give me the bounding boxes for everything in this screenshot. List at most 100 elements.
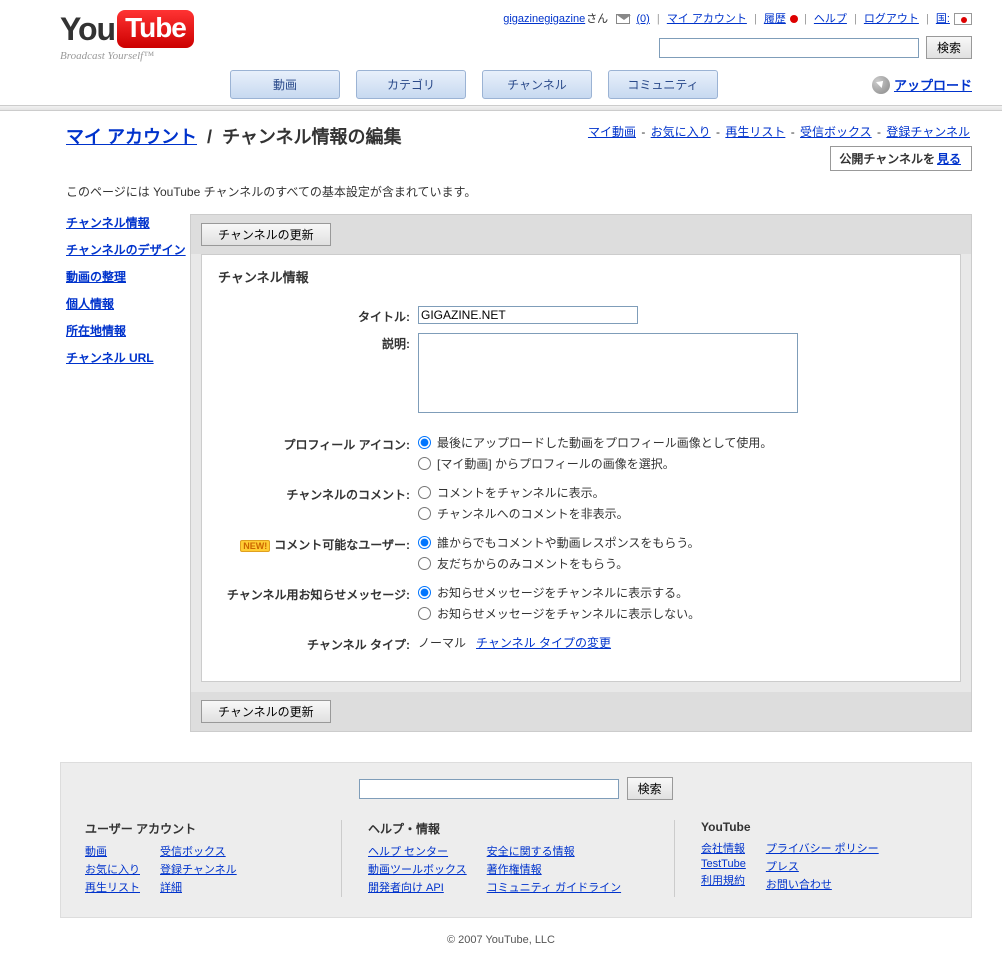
sidebar: チャンネル情報 チャンネルのデザイン 動画の整理 個人情報 所在地情報 チャンネ… [66,214,190,376]
comment-opt2: チャンネルへのコメントを非表示。 [437,505,629,522]
sidebar-organize-videos[interactable]: 動画の整理 [66,268,190,285]
footer-help-heading: ヘルプ・情報 [368,820,648,837]
description-textarea[interactable] [418,333,798,413]
tagline: Broadcast Yourself™ [60,50,194,62]
my-account-link[interactable]: マイ アカウント [667,13,747,25]
page-description: このページには YouTube チャンネルのすべての基本設定が含まれています。 [66,183,972,200]
nav-community[interactable]: コミュニティ [608,70,718,99]
profile-icon-radio-1[interactable] [418,436,431,449]
view-channel-link[interactable]: 見る [937,152,961,166]
logo-you: You [60,11,115,48]
title-input[interactable] [418,306,638,324]
country-link[interactable]: 国: [936,13,950,25]
logo-tube: Tube [117,10,194,48]
who-opt2: 友だちからのみコメントをもらう。 [437,555,628,572]
panel-title: チャンネル情報 [218,267,944,286]
upload-icon [872,76,890,94]
profile-icon-label: プロフィール アイコン: [218,434,418,453]
history-link[interactable]: 履歴 [764,13,786,25]
nav-channels[interactable]: チャンネル [482,70,592,99]
envelope-icon[interactable] [616,14,630,24]
bulletin-opt2: お知らせメッセージをチャンネルに表示しない。 [437,605,700,622]
update-channel-button-top[interactable]: チャンネルの更新 [201,223,331,246]
bulletin-radio-2[interactable] [418,607,431,620]
san-text: さん [586,13,608,25]
bulletin-radio-1[interactable] [418,586,431,599]
new-badge: NEW! [240,540,270,552]
footer-ua-inbox[interactable]: 受信ボックス [160,843,237,859]
logout-link[interactable]: ログアウト [864,13,919,25]
footer-safety[interactable]: 安全に関する情報 [487,843,621,859]
link-inbox[interactable]: 受信ボックス [800,125,872,139]
breadcrumb-my-account[interactable]: マイ アカウント [66,127,197,147]
footer-copyright[interactable]: 著作権情報 [487,861,621,877]
who-label: NEW!コメント可能なユーザー: [218,534,418,553]
comment-radio-1[interactable] [418,486,431,499]
upload-text[interactable]: アップロード [894,75,972,94]
footer-ua-videos[interactable]: 動画 [85,843,140,859]
search-input[interactable] [659,38,919,58]
sidebar-personal-info[interactable]: 個人情報 [66,295,190,312]
main-nav: 動画 カテゴリ チャンネル コミュニティ アップロード [60,70,972,99]
who-radio-2[interactable] [418,557,431,570]
sidebar-channel-design[interactable]: チャンネルのデザイン [66,241,190,258]
breadcrumb-current: チャンネル情報の編集 [222,127,401,147]
profile-icon-radio-2[interactable] [418,457,431,470]
footer-help-center[interactable]: ヘルプ センター [368,843,467,859]
main-panel: チャンネルの更新 チャンネル情報 タイトル: 説明: [190,214,972,732]
footer-yt-company[interactable]: 会社情報 [701,840,746,856]
channel-type-label: チャンネル タイプ: [218,634,418,653]
logo[interactable]: You Tube Broadcast Yourself™ [60,10,194,62]
profile-icon-opt2: [マイ動画] からプロフィールの画像を選択。 [437,455,675,472]
link-favorites[interactable]: お気に入り [651,125,711,139]
footer-ua-subscriptions[interactable]: 登録チャンネル [160,861,237,877]
sidebar-channel-info[interactable]: チャンネル情報 [66,214,190,231]
update-channel-button-bottom[interactable]: チャンネルの更新 [201,700,331,723]
footer: 検索 ユーザー アカウント 動画 お気に入り 再生リスト 受信ボックス 登録チャ… [60,762,972,918]
view-channel-box: 公開チャンネルを見る [830,146,972,171]
link-subscriptions[interactable]: 登録チャンネル [886,125,970,139]
footer-ua-playlists[interactable]: 再生リスト [85,879,140,895]
footer-ua-favorites[interactable]: お気に入り [85,861,140,877]
channel-comment-label: チャンネルのコメント: [218,484,418,503]
who-opt1: 誰からでもコメントや動画レスポンスをもらう。 [437,534,700,551]
footer-yt-press[interactable]: プレス [766,858,879,874]
channel-type-value: ノーマル [418,636,466,650]
page-title: マイ アカウント / チャンネル情報の編集 [66,123,402,149]
nav-categories[interactable]: カテゴリ [356,70,466,99]
sidebar-location-info[interactable]: 所在地情報 [66,322,190,339]
link-playlists[interactable]: 再生リスト [725,125,785,139]
who-radio-1[interactable] [418,536,431,549]
bulletin-opt1: お知らせメッセージをチャンネルに表示する。 [437,584,688,601]
search-button[interactable]: 検索 [926,36,972,59]
footer-yt-terms[interactable]: 利用規約 [701,872,746,888]
link-my-videos[interactable]: マイ動画 [588,125,636,139]
jp-flag-icon[interactable] [954,13,972,25]
upload-link[interactable]: アップロード [872,75,972,94]
username-link[interactable]: gigazinegigazine [503,13,585,25]
footer-user-account-heading: ユーザー アカウント [85,820,315,837]
footer-youtube-heading: YouTube [701,820,931,834]
bulletin-label: チャンネル用お知らせメッセージ: [218,584,418,603]
user-bar: gigazinegigazineさん (0) | マイ アカウント | 履歴 |… [214,10,972,32]
sidebar-channel-url[interactable]: チャンネル URL [66,349,190,366]
footer-guidelines[interactable]: コミュニティ ガイドライン [487,879,621,895]
nav-videos[interactable]: 動画 [230,70,340,99]
footer-ua-more[interactable]: 詳細 [160,879,237,895]
help-link[interactable]: ヘルプ [814,13,847,25]
title-label: タイトル: [218,306,418,325]
inbox-count[interactable]: (0) [636,13,649,25]
footer-yt-testtube[interactable]: TestTube [701,858,746,870]
footer-dev-api[interactable]: 開発者向け API [368,879,467,895]
footer-search-button[interactable]: 検索 [627,777,673,800]
history-dot-icon [790,15,798,23]
footer-toolbox[interactable]: 動画ツールボックス [368,861,467,877]
comment-radio-2[interactable] [418,507,431,520]
description-label: 説明: [218,333,418,352]
footer-yt-contact[interactable]: お問い合わせ [766,876,879,892]
change-channel-type-link[interactable]: チャンネル タイプの変更 [476,636,611,650]
footer-yt-privacy[interactable]: プライバシー ポリシー [766,840,879,856]
footer-search-input[interactable] [359,779,619,799]
copyright: © 2007 YouTube, LLC [0,934,1002,946]
profile-icon-opt1: 最後にアップロードした動画をプロフィール画像として使用。 [437,434,772,451]
